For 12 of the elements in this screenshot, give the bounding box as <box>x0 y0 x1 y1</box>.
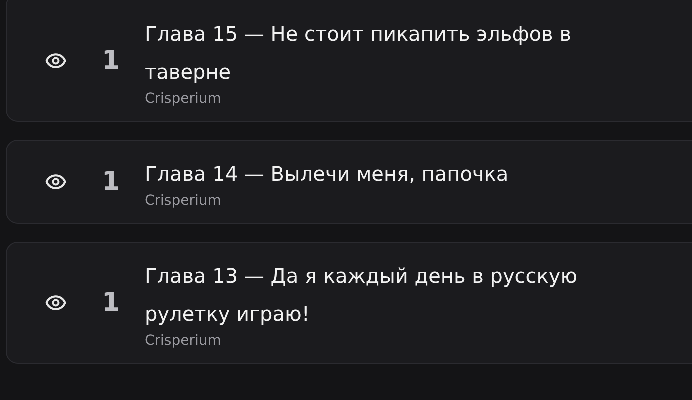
chapter-title: Глава 14 — Вылечи меня, папочка <box>145 161 510 188</box>
view-count: 1 <box>100 167 122 197</box>
chapter-title: Глава 15 — Не стоит пикапить эльфов в таверне <box>145 21 572 86</box>
view-count: 1 <box>100 46 122 76</box>
chapter-card[interactable]: 1 Глава 15 — Не стоит пикапить эльфов в таверне Crisperium <box>6 0 692 122</box>
author-name: Crisperium <box>145 333 222 349</box>
chapter-card[interactable]: 1 Глава 13 — Да я каждый день в русскую рулетку играю! Crisperium <box>6 242 692 364</box>
author-name: Crisperium <box>145 91 222 107</box>
chapter-card[interactable]: 1 Глава 14 — Вылечи меня, папочка Crisperium <box>6 140 692 224</box>
chapter-title: Глава 13 — Да я каждый день в русскую рулетку играю! <box>145 263 579 328</box>
view-count: 1 <box>100 288 122 318</box>
author-name: Crisperium <box>145 193 222 209</box>
